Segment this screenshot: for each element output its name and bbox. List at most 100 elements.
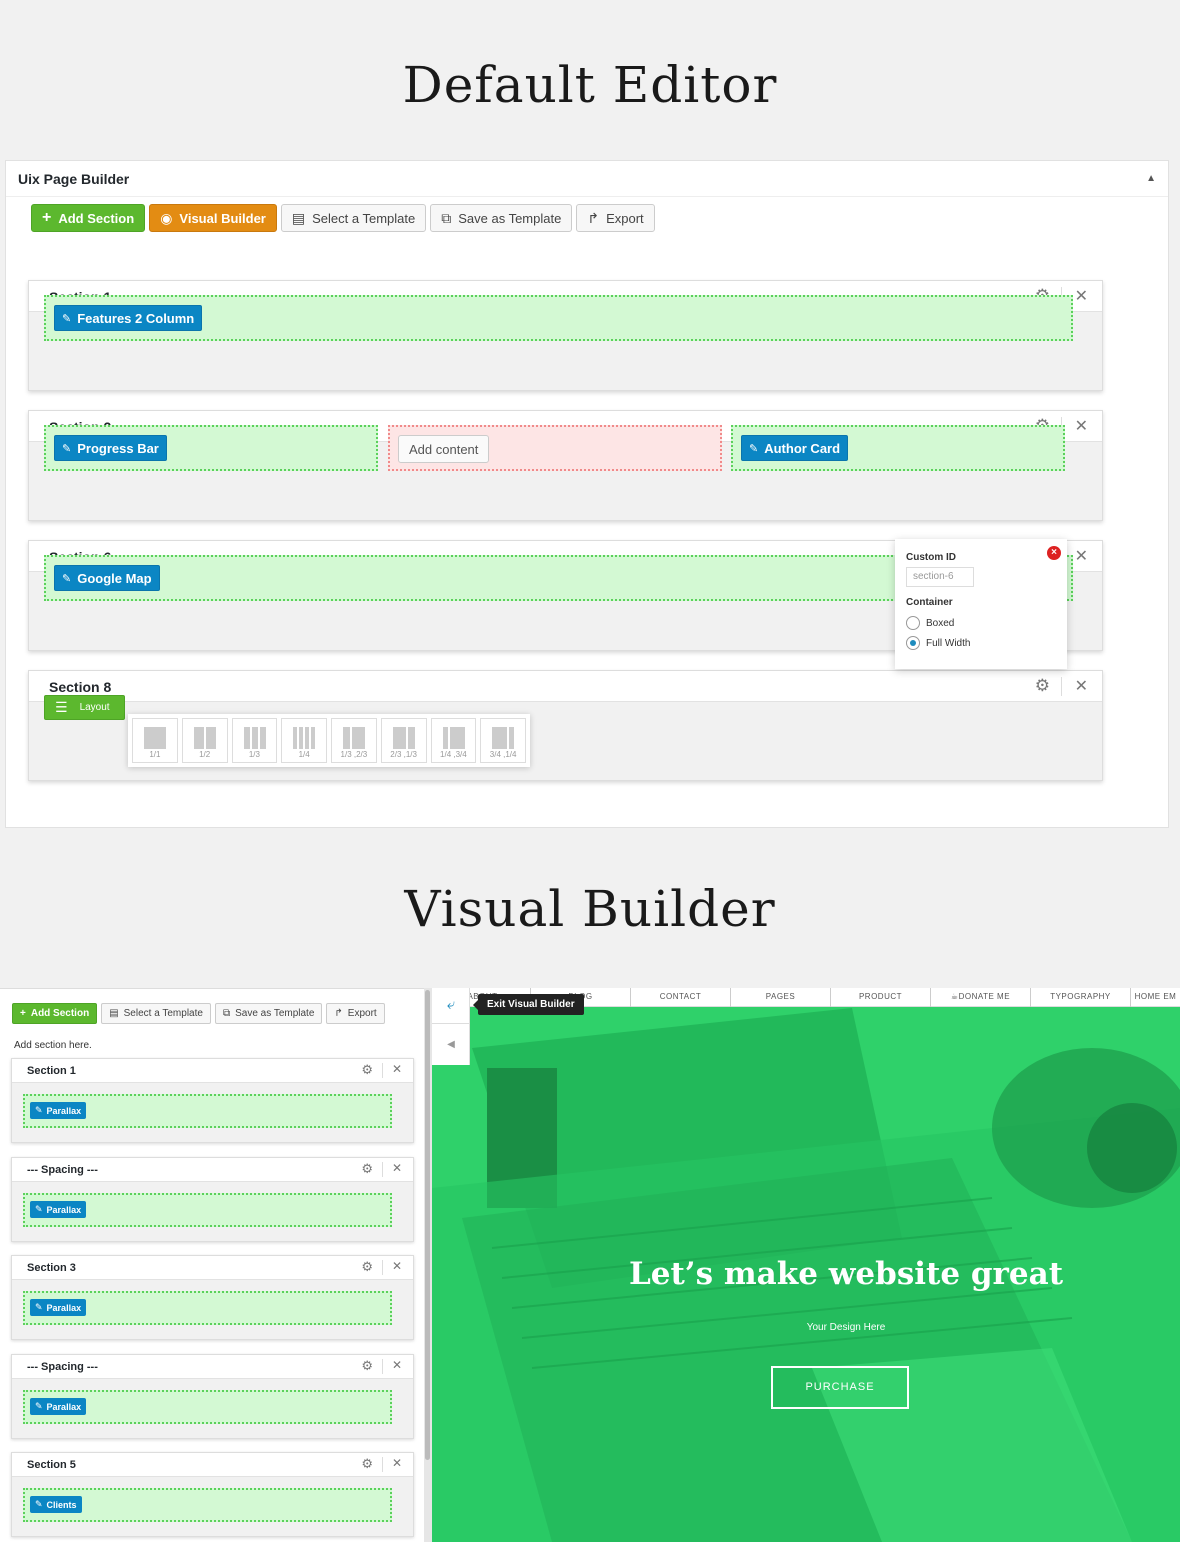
- close-icon[interactable]: ✕: [392, 1161, 402, 1175]
- close-icon[interactable]: ✕: [1075, 676, 1088, 696]
- pencil-icon: ✎: [35, 1302, 43, 1312]
- module-chip[interactable]: ✎ Progress Bar: [54, 435, 167, 461]
- gear-icon[interactable]: ⚙: [1035, 676, 1050, 696]
- divider: [382, 1457, 383, 1472]
- module-chip[interactable]: ✎ Clients: [30, 1496, 82, 1513]
- section-title: Section 8: [49, 679, 112, 695]
- close-icon[interactable]: ✕: [392, 1358, 402, 1372]
- column-drop-zone[interactable]: ✎ Parallax: [23, 1291, 392, 1325]
- module-chip[interactable]: ✎ Parallax: [30, 1201, 87, 1218]
- module-label: Clients: [46, 1499, 77, 1510]
- nav-item-typography[interactable]: TYPOGRAPHY: [1030, 988, 1130, 1007]
- close-icon[interactable]: ✕: [392, 1259, 402, 1273]
- section-card: Section 3 ⚙ ✕ ✎ Parallax: [11, 1255, 414, 1340]
- layout-option[interactable]: 2/3 ,1/3: [380, 718, 427, 763]
- triangle-left-icon[interactable]: ◀: [432, 1025, 470, 1065]
- save-template-label: Save as Template: [235, 1008, 315, 1019]
- module-chip[interactable]: ✎ Google Map: [54, 565, 160, 591]
- purchase-button[interactable]: PURCHASE: [771, 1366, 909, 1409]
- save-template-button[interactable]: ⧉ Save as Template: [430, 204, 573, 232]
- layout-option-label: 1/1: [149, 750, 161, 759]
- layout-option[interactable]: 3/4 ,1/4: [480, 718, 526, 763]
- layout-option[interactable]: 1/4: [281, 718, 327, 763]
- column-drop-zone[interactable]: ✎ Progress Bar: [44, 425, 378, 471]
- eye-icon: ◉: [160, 210, 173, 226]
- column-drop-zone[interactable]: ✎ Parallax: [23, 1094, 392, 1128]
- column-drop-zone[interactable]: ✎ Author Card: [731, 425, 1065, 471]
- close-icon[interactable]: ✕: [392, 1062, 402, 1076]
- copy-icon: ⧉: [441, 210, 452, 226]
- scrollbar-thumb[interactable]: [425, 990, 430, 1460]
- layout-option[interactable]: 1/3 ,2/3: [331, 718, 377, 763]
- close-icon[interactable]: ✕: [392, 1456, 402, 1470]
- close-icon[interactable]: ×: [1047, 546, 1061, 560]
- gear-icon[interactable]: ⚙: [361, 1456, 373, 1472]
- section-header: Section 3 ⚙ ✕: [12, 1256, 413, 1280]
- column-drop-zone[interactable]: ✎ Features 2 Column: [44, 295, 1073, 341]
- layout-button[interactable]: ☰ Layout: [44, 695, 125, 720]
- sidebar-scrollbar[interactable]: [424, 988, 432, 1542]
- add-section-label: Add Section: [58, 210, 135, 226]
- layout-option-label: 1/4: [298, 750, 310, 759]
- module-chip[interactable]: ✎ Parallax: [30, 1299, 87, 1316]
- gear-icon[interactable]: ⚙: [361, 1259, 373, 1275]
- section-title: Section 5: [27, 1459, 76, 1471]
- custom-id-label: Custom ID: [906, 552, 956, 563]
- gear-icon[interactable]: ⚙: [361, 1358, 373, 1374]
- section-header: Section 5 ⚙ ✕: [12, 1453, 413, 1477]
- list-icon: ☰: [55, 699, 68, 715]
- select-template-button[interactable]: ▤ Select a Template: [280, 204, 427, 232]
- nav-item-home[interactable]: HOME EM: [1130, 988, 1180, 1007]
- close-icon[interactable]: ✕: [1075, 286, 1088, 306]
- visual-builder-sidebar: + Add Section ▤ Select a Template ⧉ Save…: [0, 988, 426, 1542]
- pencil-icon: ✎: [35, 1105, 43, 1115]
- layout-option[interactable]: 1/2: [181, 718, 228, 763]
- column-drop-zone[interactable]: ✎ Clients: [23, 1488, 392, 1522]
- column-drop-zone[interactable]: ✎ Parallax: [23, 1390, 392, 1424]
- save-template-button[interactable]: ⧉ Save as Template: [214, 1003, 323, 1024]
- section-title: Section 3: [27, 1262, 76, 1274]
- empty-column[interactable]: Add content: [388, 425, 722, 471]
- section-card: Section 5 ⚙ ✕ ✎ Clients: [11, 1452, 414, 1537]
- section-header: Section 8 ⚙ ✕: [29, 671, 1102, 702]
- pencil-icon: ✎: [35, 1204, 43, 1214]
- close-icon[interactable]: ✕: [1075, 416, 1088, 436]
- export-button[interactable]: ↱ Export: [576, 204, 655, 232]
- gear-icon[interactable]: ⚙: [361, 1161, 373, 1177]
- select-template-button[interactable]: ▤ Select a Template: [101, 1003, 211, 1024]
- nav-item-product[interactable]: PRODUCT: [830, 988, 930, 1007]
- module-label: Parallax: [46, 1302, 82, 1313]
- module-chip[interactable]: ✎ Parallax: [30, 1102, 87, 1119]
- custom-id-field[interactable]: section-6: [906, 567, 974, 587]
- layout-option[interactable]: 1/4 ,3/4: [430, 718, 477, 763]
- gear-icon[interactable]: ⚙: [361, 1062, 373, 1078]
- module-label: Progress Bar: [77, 440, 159, 456]
- module-chip[interactable]: ✎ Features 2 Column: [54, 305, 203, 331]
- nav-item-pages[interactable]: PAGES: [730, 988, 830, 1007]
- column-drop-zone[interactable]: ✎ Parallax: [23, 1193, 392, 1227]
- module-chip[interactable]: ✎ Parallax: [30, 1398, 87, 1415]
- nav-item-contact[interactable]: CONTACT: [630, 988, 730, 1007]
- section-settings-popover: Custom ID × section-6 Container Boxed Fu…: [895, 539, 1067, 669]
- close-icon[interactable]: ✕: [1075, 546, 1088, 566]
- default-editor-heading: Default Editor: [402, 56, 778, 114]
- radio-boxed[interactable]: Boxed: [906, 616, 954, 630]
- add-content-button[interactable]: Add content: [398, 435, 490, 463]
- divider: [382, 1063, 383, 1078]
- section-card: Section 1 ⚙ ✕ ✎ Parallax: [11, 1058, 414, 1143]
- module-chip[interactable]: ✎ Author Card: [741, 435, 849, 461]
- visual-builder-heading: Visual Builder: [404, 880, 776, 938]
- triangle-up-icon[interactable]: ▲: [1146, 173, 1156, 184]
- return-arrow-icon[interactable]: ⤶: [432, 988, 470, 1024]
- add-section-button[interactable]: + Add Section: [12, 1003, 98, 1024]
- nav-item-donate[interactable]: ☕DONATE ME: [930, 988, 1030, 1007]
- visual-builder-button[interactable]: ◉ Visual Builder: [149, 204, 277, 232]
- pencil-icon: ✎: [35, 1401, 43, 1411]
- radio-full-width[interactable]: Full Width: [906, 636, 970, 650]
- site-preview: ABOUT BLOG CONTACT PAGES PRODUCT ☕DONATE…: [432, 988, 1180, 1542]
- export-button[interactable]: ↱ Export: [326, 1003, 385, 1024]
- layout-option[interactable]: 1/3: [231, 718, 278, 763]
- layout-option[interactable]: 1/1: [132, 718, 178, 763]
- export-label: Export: [347, 1008, 377, 1019]
- add-section-button[interactable]: + Add Section: [31, 204, 146, 232]
